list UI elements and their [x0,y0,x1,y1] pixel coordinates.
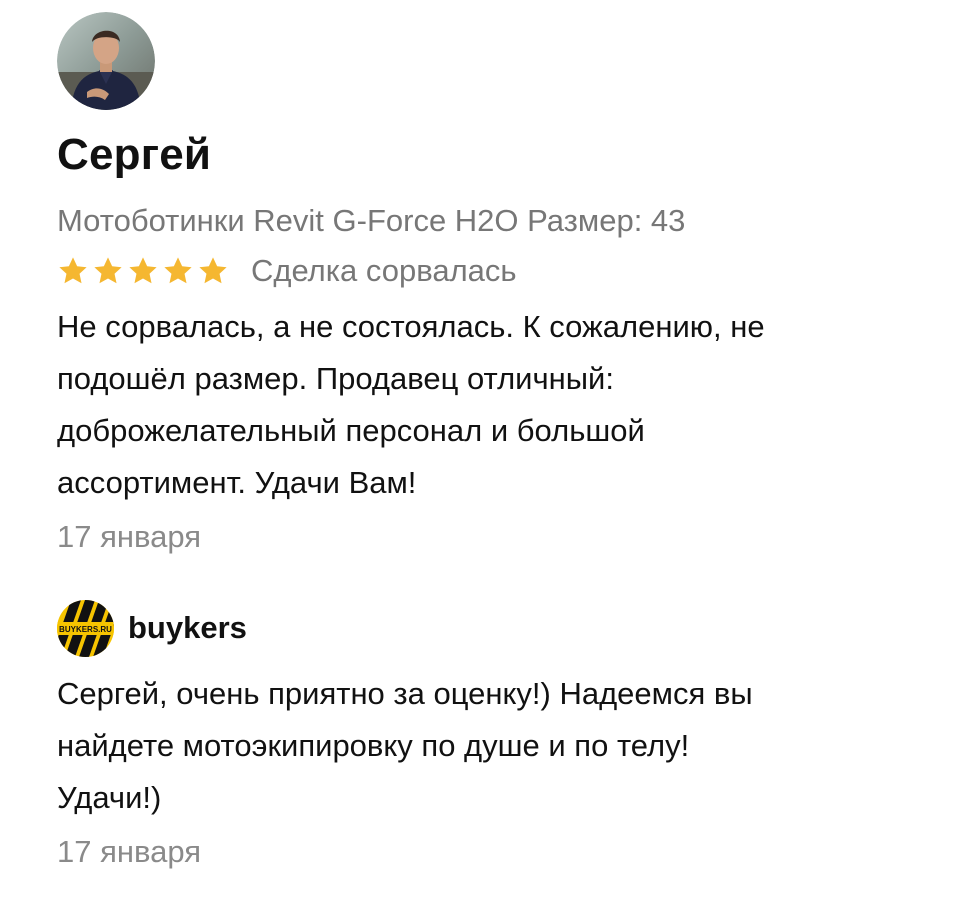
review-text: Не сорвалась, а не состоялась. К сожален… [57,301,907,509]
deal-status: Сделка сорвалась [251,253,517,288]
product-title[interactable]: Мотоботинки Revit G-Force H2O Размер: 43 [57,201,937,241]
star-icon [164,257,192,284]
star-icon [59,257,87,284]
author-name: Сергей [57,130,212,179]
reply-text: Сергей, очень приятно за оценку!) Надеем… [57,668,907,824]
reply-text-line: Удачи!) [57,780,162,815]
star-icon [94,257,122,284]
review-text-line: подошёл размер. Продавец отличный: [57,361,614,396]
seller-reply: BUYKERS.RU buykers Сергей, очень приятно… [57,598,937,872]
author-avatar[interactable] [57,12,155,110]
review-card: Сергей Мотоботинки Revit G-Force H2O Раз… [57,12,937,557]
rating-row: Сделка сорвалась [57,251,937,291]
svg-text:BUYKERS.RU: BUYKERS.RU [59,625,112,634]
reply-date: 17 января [57,834,202,869]
seller-name[interactable]: buykers [128,610,247,646]
reply-text-line: найдете мотоэкипировку по душе и по телу… [57,728,690,763]
seller-logo[interactable]: BUYKERS.RU [57,599,114,657]
review-text-line: Не сорвалась, а не состоялась. К сожален… [57,309,765,344]
seller-header: BUYKERS.RU buykers [57,598,937,658]
star-icon [199,257,227,284]
review-date: 17 января [57,519,202,554]
star-icon [129,257,157,284]
review-text-line: ассортимент. Удачи Вам! [57,465,417,500]
rating-stars [57,255,229,287]
reply-text-line: Сергей, очень приятно за оценку!) Надеем… [57,676,753,711]
review-text-line: доброжелательный персонал и большой [57,413,645,448]
